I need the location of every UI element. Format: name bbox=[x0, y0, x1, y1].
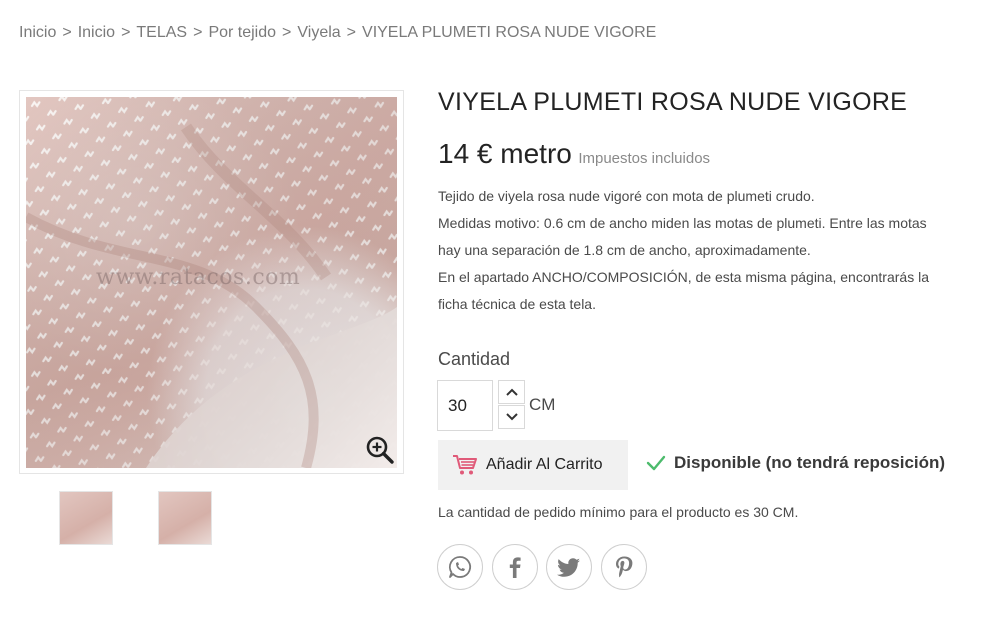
share-twitter-button[interactable] bbox=[546, 544, 592, 590]
breadcrumb-separator: > bbox=[121, 24, 131, 41]
watermark-text: www.ratacos.com bbox=[96, 265, 301, 290]
description-line: Tejido de viyela rosa nude vigoré con mo… bbox=[438, 188, 815, 204]
share-pinterest-button[interactable] bbox=[601, 544, 647, 590]
breadcrumb-item-viyela[interactable]: Viyela bbox=[297, 24, 340, 41]
zoom-icon[interactable] bbox=[365, 435, 395, 465]
minimum-quantity-note: La cantidad de pedido mínimo para el pro… bbox=[438, 504, 799, 520]
product-price: 14 € metro bbox=[438, 138, 572, 169]
breadcrumb-separator: > bbox=[193, 24, 203, 41]
breadcrumb-item-telas[interactable]: TELAS bbox=[136, 24, 187, 41]
availability-status: Disponible (no tendrá reposición) bbox=[646, 453, 945, 473]
product-thumbnail-2[interactable] bbox=[158, 491, 212, 545]
quantity-decrease-button[interactable] bbox=[498, 405, 525, 429]
pinterest-icon bbox=[616, 556, 633, 578]
breadcrumb-item-current: VIYELA PLUMETI ROSA NUDE VIGORE bbox=[362, 24, 657, 41]
product-description: Tejido de viyela rosa nude vigoré con mo… bbox=[438, 183, 983, 318]
breadcrumb-separator: > bbox=[346, 24, 357, 41]
check-icon bbox=[646, 455, 666, 471]
quantity-increase-button[interactable] bbox=[498, 380, 525, 404]
facebook-icon bbox=[509, 557, 521, 578]
breadcrumb-separator: > bbox=[62, 24, 72, 41]
quantity-unit: CM bbox=[529, 395, 556, 414]
quantity-label: Cantidad bbox=[438, 349, 511, 369]
add-to-cart-label: Añadir Al Carrito bbox=[486, 456, 603, 473]
product-thumbnail-1[interactable] bbox=[59, 491, 113, 545]
chevron-down-icon bbox=[505, 413, 518, 421]
twitter-icon bbox=[557, 558, 580, 577]
breadcrumb-item-por-tejido[interactable]: Por tejido bbox=[208, 24, 276, 41]
tax-note: Impuestos incluidos bbox=[578, 150, 711, 167]
price-row: 14 € metro Impuestos incluidos bbox=[438, 138, 710, 170]
share-whatsapp-button[interactable] bbox=[437, 544, 483, 590]
product-title: VIYELA PLUMETI ROSA NUDE VIGORE bbox=[438, 88, 908, 116]
shopping-cart-icon bbox=[453, 455, 477, 475]
description-line: ficha técnica de esta tela. bbox=[438, 296, 596, 312]
quantity-input[interactable]: 30 bbox=[437, 380, 493, 431]
breadcrumb-item-inicio-2[interactable]: Inicio bbox=[78, 24, 115, 41]
breadcrumb-separator: > bbox=[282, 24, 292, 41]
availability-text: Disponible (no tendrá reposición) bbox=[674, 453, 946, 472]
chevron-up-icon bbox=[505, 388, 518, 396]
whatsapp-icon bbox=[449, 556, 472, 578]
breadcrumb-item-inicio[interactable]: Inicio bbox=[19, 24, 56, 41]
product-main-image[interactable]: www.ratacos.com bbox=[19, 90, 404, 474]
description-line: En el apartado ANCHO/COMPOSICIÓN, de est… bbox=[438, 269, 929, 285]
share-facebook-button[interactable] bbox=[492, 544, 538, 590]
fabric-photo: www.ratacos.com bbox=[26, 97, 397, 468]
add-to-cart-button[interactable]: Añadir Al Carrito bbox=[438, 440, 628, 490]
description-line: Medidas motivo: 0.6 cm de ancho miden la… bbox=[438, 215, 927, 231]
breadcrumb: Inicio > Inicio > TELAS > Por tejido > Viyela > VI… bbox=[19, 24, 656, 42]
description-line: hay una separación de 1.8 cm de ancho, a… bbox=[438, 242, 811, 258]
